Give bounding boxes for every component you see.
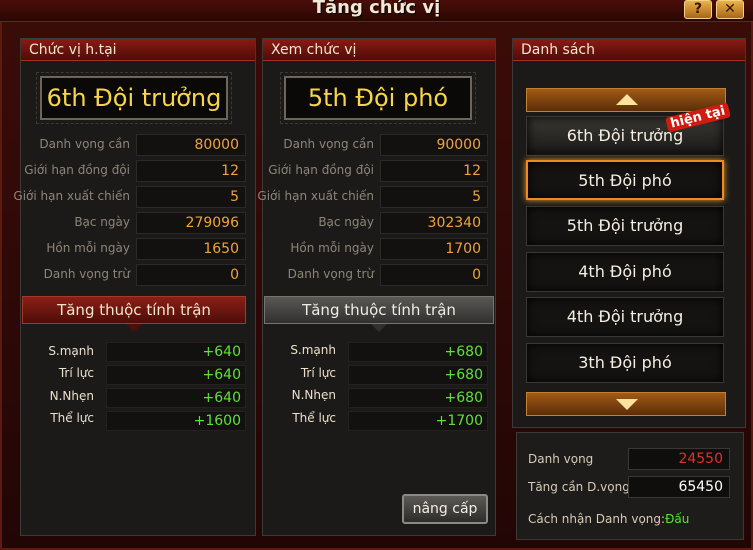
fame-label: Danh vọng: [528, 452, 594, 466]
chevron-up-icon: [616, 94, 638, 105]
stat-label: Danh vọng trừ: [43, 267, 130, 281]
rank-list-item[interactable]: 4th Đội phó: [526, 252, 724, 292]
stat-label: Giới hạn đồng đội: [268, 163, 374, 177]
stat-value: 5: [380, 186, 488, 208]
stat-value: 0: [136, 264, 246, 286]
attr-value: +1600: [106, 411, 246, 431]
stat-value: 5: [136, 186, 246, 208]
help-button[interactable]: ?: [684, 0, 712, 19]
stat-label: Bạc ngày: [74, 215, 130, 229]
current-attr-header-label: Tăng thuộc tính trận: [57, 301, 211, 319]
attr-label: Thể lực: [292, 411, 336, 425]
stat-label: Giới hạn xuất chiến: [13, 189, 130, 203]
attr-value: +680: [348, 342, 488, 362]
preview-attr-header: Tăng thuộc tính trận: [264, 296, 494, 332]
rank-list-item-label: 3th Đội phó: [578, 353, 672, 372]
stat-value: 1650: [136, 238, 246, 260]
stat-value: 302340: [380, 212, 488, 234]
rank-list-item-label: 6th Đội trưởng: [566, 126, 684, 145]
rank-list-item[interactable]: 5th Đội trưởng: [526, 206, 724, 246]
attr-label: S.mạnh: [48, 344, 94, 358]
stat-label: Danh vọng trừ: [287, 267, 374, 281]
notch-icon: [371, 324, 387, 332]
title-bar: Tăng chức vị ? ✕: [0, 0, 753, 22]
stat-value: 0: [380, 264, 488, 286]
stat-label: Danh vọng cần: [39, 137, 130, 151]
stat-label: Danh vọng cần: [283, 137, 374, 151]
rank-list-item-selected[interactable]: 5th Đội phó: [526, 160, 724, 200]
preview-attr-header-label: Tăng thuộc tính trận: [302, 301, 456, 319]
stat-label: Giới hạn đồng đội: [24, 163, 130, 177]
attr-value: +680: [348, 365, 488, 385]
attr-value: +640: [106, 365, 246, 385]
stat-label: Giới hạn xuất chiến: [257, 189, 374, 203]
rank-list-item-label: 4th Đội trưởng: [566, 307, 684, 326]
attr-label: N.Nhẹn: [49, 389, 94, 403]
stat-label: Bạc ngày: [318, 215, 374, 229]
stat-label: Hồn mỗi ngày: [46, 241, 130, 255]
rank-list-item-label: 4th Đội phó: [578, 262, 672, 281]
attr-label: N.Nhẹn: [291, 388, 336, 402]
stat-label: Hồn mỗi ngày: [290, 241, 374, 255]
fame-method-label: Cách nhận Danh vọng:Đấu: [528, 512, 689, 526]
close-button[interactable]: ✕: [716, 0, 744, 19]
preview-rank-title: 5th Đội phó: [280, 72, 476, 124]
rank-list-item[interactable]: 4th Đội trưởng: [526, 297, 724, 337]
attr-value: +680: [348, 388, 488, 408]
attr-value: +1700: [348, 411, 488, 431]
rank-list-item[interactable]: 3th Đội phó: [526, 343, 724, 383]
preview-rank-header: Xem chức vị: [263, 39, 495, 61]
fame-method-link[interactable]: Đấu: [665, 512, 689, 526]
window-title: Tăng chức vị: [312, 0, 441, 18]
scroll-down-button[interactable]: [526, 392, 726, 416]
attr-value: +640: [106, 388, 246, 408]
attr-label: Trí lực: [300, 366, 336, 380]
stat-value: 279096: [136, 212, 246, 234]
fame-value: 24550: [628, 448, 730, 470]
attr-label: Thể lực: [50, 411, 94, 425]
need-fame-value: 65450: [628, 476, 730, 498]
stat-value: 12: [380, 160, 488, 182]
current-rank-header: Chức vị h.tại: [21, 39, 255, 61]
scroll-up-button[interactable]: [526, 88, 726, 112]
chevron-down-icon: [616, 399, 638, 410]
stat-value: 1700: [380, 238, 488, 260]
current-attr-header: Tăng thuộc tính trận: [22, 296, 246, 332]
notch-icon: [126, 324, 142, 332]
fame-method-text: Cách nhận Danh vọng:: [528, 512, 666, 526]
close-icon: ✕: [724, 1, 736, 17]
stat-value: 90000: [380, 134, 488, 156]
current-rank-title: 6th Đội trưởng: [36, 72, 232, 124]
upgrade-button[interactable]: nâng cấp: [402, 494, 488, 524]
rank-list-header: Danh sách: [513, 39, 745, 61]
need-fame-label: Tăng cần D.vọng: [528, 480, 630, 494]
attr-label: Trí lực: [58, 366, 94, 380]
stat-value: 12: [136, 160, 246, 182]
attr-label: S.mạnh: [290, 343, 336, 357]
rank-list-item-label: 5th Đội trưởng: [566, 216, 684, 235]
rank-list-item-label: 5th Đội phó: [578, 171, 672, 190]
stat-value: 80000: [136, 134, 246, 156]
attr-value: +640: [106, 342, 246, 362]
